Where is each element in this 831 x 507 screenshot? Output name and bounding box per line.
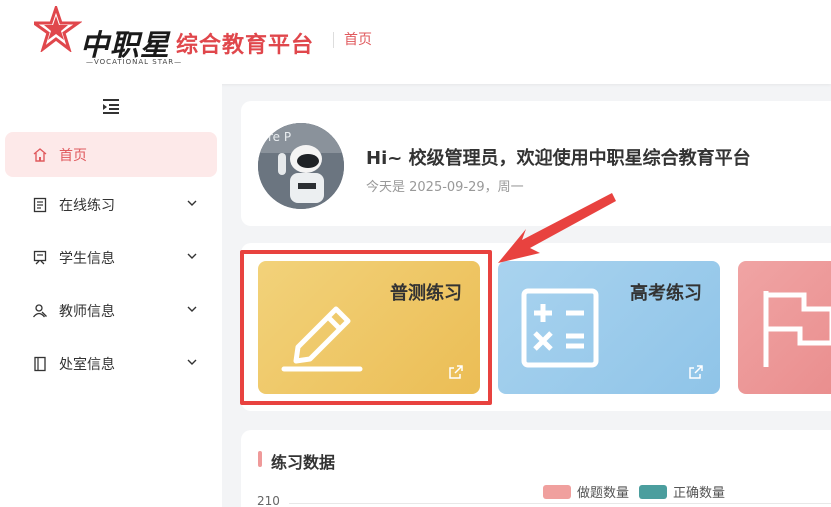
sidebar-item-student-info[interactable]: 学生信息: [5, 235, 217, 280]
welcome-date: 今天是 2025-09-29，周一: [366, 180, 524, 195]
legend-label: 做题数量: [577, 486, 630, 501]
sidebar-item-label: 教师信息: [59, 303, 115, 320]
sidebar-item-office-info[interactable]: 处室信息: [5, 341, 217, 386]
chevron-down-icon: [187, 359, 197, 365]
card-title: 高考练习: [630, 283, 702, 304]
stats-title: 练习数据: [271, 453, 336, 472]
breadcrumb[interactable]: 首页: [333, 32, 372, 48]
star-logo-icon: [34, 6, 82, 52]
sidebar: 首页 在线练习 学生信息 教师信息 处室信息: [0, 84, 222, 507]
document-icon: [31, 196, 49, 214]
sidebar-item-label: 在线练习: [59, 197, 115, 214]
svg-text:re P: re P: [268, 130, 291, 144]
pencil-icon: [281, 306, 363, 372]
legend-item-questions[interactable]: 做题数量: [543, 482, 629, 501]
flag-icon: [763, 291, 831, 367]
top-header: 中职星 综合教育平台 —VOCATIONAL STAR— 首页: [0, 0, 831, 84]
chevron-down-icon: [187, 306, 197, 312]
chevron-down-icon: [187, 253, 197, 259]
logo-sub-text: 综合教育平台: [176, 33, 315, 58]
card-title: 普测练习: [390, 283, 462, 304]
sidebar-item-home[interactable]: 首页: [5, 132, 217, 177]
external-link-icon[interactable]: [688, 364, 704, 380]
sidebar-item-online-practice[interactable]: 在线练习: [5, 182, 217, 227]
collapse-menu-icon[interactable]: [100, 96, 122, 116]
welcome-title: Hi~ 校级管理员，欢迎使用中职星综合教育平台: [366, 148, 751, 169]
office-icon: [31, 355, 49, 373]
external-link-icon[interactable]: [448, 364, 464, 380]
grid-line: [289, 503, 831, 504]
practice-stats-panel: 练习数据 做题数量 正确数量 210: [241, 430, 831, 507]
legend-item-correct[interactable]: 正确数量: [639, 482, 725, 501]
card-general-test-practice[interactable]: 普测练习: [258, 261, 480, 394]
logo[interactable]: 中职星 综合教育平台 —VOCATIONAL STAR—: [34, 6, 324, 68]
teacher-icon: [31, 302, 49, 320]
y-axis-tick: 210: [257, 494, 280, 507]
calculator-icon: [521, 288, 599, 368]
sidebar-item-label: 处室信息: [59, 356, 115, 373]
card-third[interactable]: [738, 261, 831, 394]
legend-label: 正确数量: [673, 486, 726, 501]
welcome-panel: re P Hi~ 校级管理员，欢迎使用中职星综合教育平台 今天是 2025-09…: [241, 101, 831, 226]
sidebar-item-teacher-info[interactable]: 教师信息: [5, 288, 217, 333]
avatar: re P: [258, 123, 344, 209]
logo-tagline: —VOCATIONAL STAR—: [86, 58, 183, 66]
card-gaokao-practice[interactable]: 高考练习: [498, 261, 720, 394]
practice-cards: 普测练习 高考练习: [241, 243, 831, 411]
student-icon: [31, 249, 49, 267]
legend-swatch: [639, 484, 668, 499]
home-icon: [31, 146, 49, 164]
chevron-down-icon: [187, 200, 197, 206]
chart-legend: 做题数量 正确数量: [543, 482, 735, 501]
section-marker: [258, 451, 262, 467]
legend-swatch: [543, 484, 571, 499]
sidebar-item-label: 学生信息: [59, 250, 115, 267]
sidebar-item-label: 首页: [59, 147, 87, 164]
